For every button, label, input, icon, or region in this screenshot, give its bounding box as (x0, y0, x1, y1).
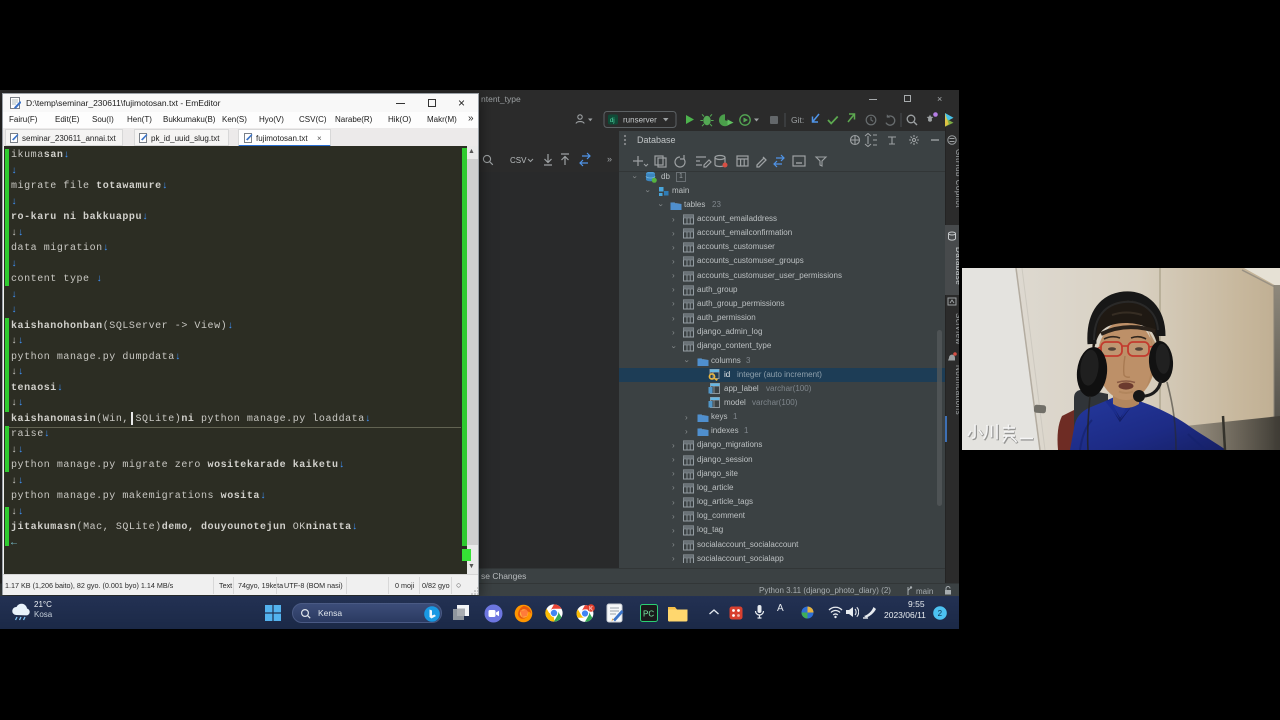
svg-text:K: K (589, 607, 593, 613)
svg-text:SciView: SciView (954, 313, 959, 345)
svg-text:Database: Database (954, 247, 959, 285)
svg-text:Notifications: Notifications (954, 365, 959, 415)
svg-text:CSV: CSV (510, 156, 527, 165)
svg-text:»: » (607, 154, 612, 164)
svg-text:2: 2 (938, 609, 943, 618)
svg-text:main: main (916, 587, 933, 596)
svg-text:GitHub Copilot: GitHub Copilot (954, 149, 959, 208)
svg-text:runserver: runserver (623, 116, 657, 125)
svg-text:PC: PC (643, 610, 654, 619)
svg-text:dj: dj (610, 117, 615, 124)
svg-text:Git:: Git: (791, 115, 804, 125)
